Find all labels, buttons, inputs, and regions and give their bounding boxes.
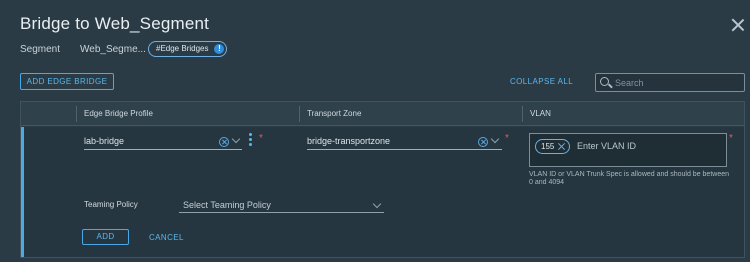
teaming-policy-placeholder: Select Teaming Policy xyxy=(183,200,271,210)
vlan-chip[interactable]: 155 xyxy=(535,139,571,154)
column-header-vlan: VLAN xyxy=(530,109,551,118)
add-button[interactable]: ADD xyxy=(82,229,129,245)
add-edge-bridge-button[interactable]: ADD EDGE BRIDGE xyxy=(20,73,114,90)
segment-label: Segment xyxy=(20,44,61,55)
required-marker: * xyxy=(729,133,733,144)
required-marker: * xyxy=(259,133,263,144)
segment-tag-label: #Edge Bridges xyxy=(156,44,209,53)
teaming-policy-select[interactable]: Select Teaming Policy xyxy=(179,199,384,213)
teaming-policy-label: Teaming Policy xyxy=(84,200,138,209)
grid-header: Edge Bridge Profile Transport Zone VLAN xyxy=(21,102,744,126)
search-box xyxy=(595,73,745,92)
column-separator xyxy=(299,106,300,122)
info-icon: ! xyxy=(214,44,225,54)
segment-value: Web_Segme... xyxy=(80,44,146,55)
edge-bridge-profile-value: lab-bridge xyxy=(84,136,125,146)
collapse-all-button[interactable]: COLLAPSE ALL xyxy=(510,77,573,86)
transport-zone-value: bridge-transportzone xyxy=(307,136,391,146)
kebab-menu-icon[interactable] xyxy=(249,133,252,147)
required-marker: * xyxy=(505,133,509,144)
row-selection-indicator xyxy=(21,127,24,257)
vlan-chip-label: 155 xyxy=(541,142,555,151)
column-header-edge-bridge-profile: Edge Bridge Profile xyxy=(84,109,153,118)
clear-icon[interactable] xyxy=(478,137,488,147)
dialog-title: Bridge to Web_Segment xyxy=(20,14,210,33)
column-separator xyxy=(522,106,523,122)
segment-tag[interactable]: #Edge Bridges ! xyxy=(148,41,228,57)
bridge-dialog: Bridge to Web_Segment Segment Web_Segme.… xyxy=(0,0,750,262)
cancel-button[interactable]: CANCEL xyxy=(149,233,184,242)
search-input[interactable] xyxy=(615,76,740,90)
close-icon[interactable] xyxy=(731,18,745,32)
column-header-transport-zone: Transport Zone xyxy=(307,109,362,118)
vlan-id-input[interactable] xyxy=(577,139,717,153)
column-separator xyxy=(76,106,77,122)
transport-zone-select[interactable]: bridge-transportzone xyxy=(307,132,502,150)
clear-icon[interactable] xyxy=(219,137,229,147)
remove-chip-icon[interactable] xyxy=(558,143,565,150)
vlan-help-text: VLAN ID or VLAN Trunk Spec is allowed an… xyxy=(529,171,730,186)
vlan-input-box[interactable]: 155 xyxy=(529,133,727,167)
search-icon xyxy=(600,77,609,86)
